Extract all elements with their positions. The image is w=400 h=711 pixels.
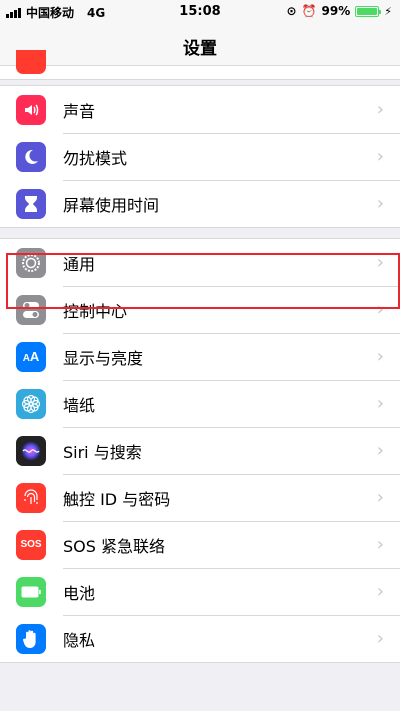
fingerprint-icon	[16, 482, 46, 513]
charging-icon: ⚡	[384, 4, 392, 18]
settings-row-moon[interactable]: 勿扰模式 ›	[0, 133, 400, 180]
speaker-icon	[16, 94, 46, 125]
settings-row-fingerprint[interactable]: 触控 ID 与密码 ›	[0, 474, 400, 521]
chevron-right-icon: ›	[376, 146, 384, 167]
sos-icon: SOS	[16, 529, 46, 560]
chevron-right-icon: ›	[376, 487, 384, 508]
battery-percent: 99%	[321, 4, 351, 18]
settings-group-1: 声音 › 勿扰模式 › 屏幕使用时间 ›	[0, 85, 400, 228]
alarm-icon: ⏰	[301, 4, 317, 18]
settings-row-gear[interactable]: 通用 ›	[0, 239, 400, 286]
notifications-icon	[16, 50, 46, 74]
settings-row-speaker[interactable]: 声音 ›	[0, 86, 400, 133]
text-size-icon: AA	[16, 341, 46, 372]
row-label: 电池	[63, 583, 96, 603]
gear-icon	[16, 247, 46, 278]
settings-row-hand[interactable]: 隐私 ›	[0, 615, 400, 662]
row-label: 勿扰模式	[63, 148, 128, 168]
settings-row-siri[interactable]: Siri 与搜索 ›	[0, 427, 400, 474]
battery-icon	[16, 576, 46, 607]
chevron-right-icon: ›	[376, 440, 384, 461]
settings-row-text-size[interactable]: AA 显示与亮度 ›	[0, 333, 400, 380]
settings-group-2: 通用 › 控制中心 › AA 显示与亮度 › 墙纸 › Siri 与搜索 › 触…	[0, 238, 400, 663]
siri-icon	[16, 435, 46, 466]
settings-row-sos[interactable]: SOS SOS 紧急联络 ›	[0, 521, 400, 568]
hand-icon	[16, 623, 46, 654]
toggles-icon	[16, 294, 46, 325]
status-right: ⊙ ⏰ 99% ⚡	[287, 4, 392, 18]
chevron-right-icon: ›	[376, 99, 384, 120]
settings-row-toggles[interactable]: 控制中心 ›	[0, 286, 400, 333]
chevron-right-icon: ›	[376, 252, 384, 273]
status-bar: 中国移动 4G 15:08 ⊙ ⏰ 99% ⚡	[0, 0, 400, 22]
flower-icon	[16, 388, 46, 419]
row-label: Siri 与搜索	[63, 442, 142, 462]
row-label: 墙纸	[63, 395, 96, 415]
moon-icon	[16, 141, 46, 172]
nav-bar: 设置	[0, 22, 400, 66]
settings-row-hourglass[interactable]: 屏幕使用时间 ›	[0, 180, 400, 227]
chevron-right-icon: ›	[376, 534, 384, 555]
chevron-right-icon: ›	[376, 346, 384, 367]
row-label: 声音	[63, 101, 96, 121]
orientation-lock-icon: ⊙	[286, 4, 297, 18]
settings-row-flower[interactable]: 墙纸 ›	[0, 380, 400, 427]
battery-icon	[355, 5, 382, 17]
hourglass-icon	[16, 188, 46, 219]
row-label: 屏幕使用时间	[63, 195, 160, 215]
chevron-right-icon: ›	[376, 393, 384, 414]
row-label: 触控 ID 与密码	[63, 489, 171, 509]
row-label: SOS 紧急联络	[63, 536, 165, 556]
chevron-right-icon: ›	[376, 581, 384, 602]
settings-row-battery[interactable]: 电池 ›	[0, 568, 400, 615]
row-label: 显示与亮度	[63, 348, 144, 368]
row-label: 通用	[63, 254, 96, 274]
chevron-right-icon: ›	[376, 299, 384, 320]
chevron-right-icon: ›	[376, 628, 384, 649]
page-title: 设置	[183, 39, 217, 59]
scrolled-group	[0, 50, 400, 80]
chevron-right-icon: ›	[376, 193, 384, 214]
row-label: 控制中心	[63, 301, 128, 321]
row-label: 隐私	[63, 630, 96, 650]
